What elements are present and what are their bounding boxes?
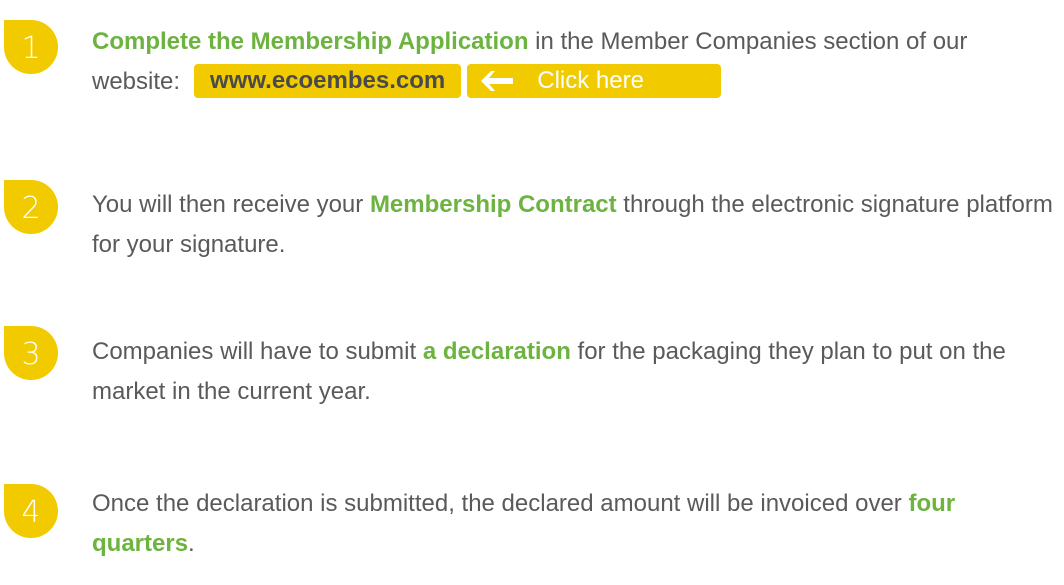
step-number: 3 [21,337,41,372]
click-here-label: Click here [537,66,644,94]
step-number-badge: 2 [4,180,58,234]
step-emphasis: Complete the Membership Application [92,28,529,55]
step-text-before: Once the declaration is submitted, the d… [92,490,909,517]
website-url-link[interactable]: www.ecoembes.com [194,63,462,98]
step-text-after: . [188,530,195,557]
step-number-badge: 3 [4,326,58,380]
step-description: Companies will have to submit a declarat… [92,332,1062,412]
arrow-left-icon [481,70,514,91]
step-description: Once the declaration is submitted, the d… [92,484,1062,564]
step-number: 4 [21,495,41,530]
step-text-before: Companies will have to submit [92,338,423,365]
step-emphasis: a declaration [422,338,571,365]
step-description: You will then receive your Membership Co… [92,185,1062,265]
step-number: 1 [21,31,41,66]
step-number-badge: 4 [4,484,58,538]
step-emphasis: Membership Contract [369,191,617,218]
step-number: 2 [21,191,41,226]
step-description: Complete the Membership Application in t… [92,22,1062,102]
step-text-before: You will then receive your [92,191,370,218]
click-here-button[interactable]: Click here [467,63,722,98]
step-number-badge: 1 [4,20,58,74]
